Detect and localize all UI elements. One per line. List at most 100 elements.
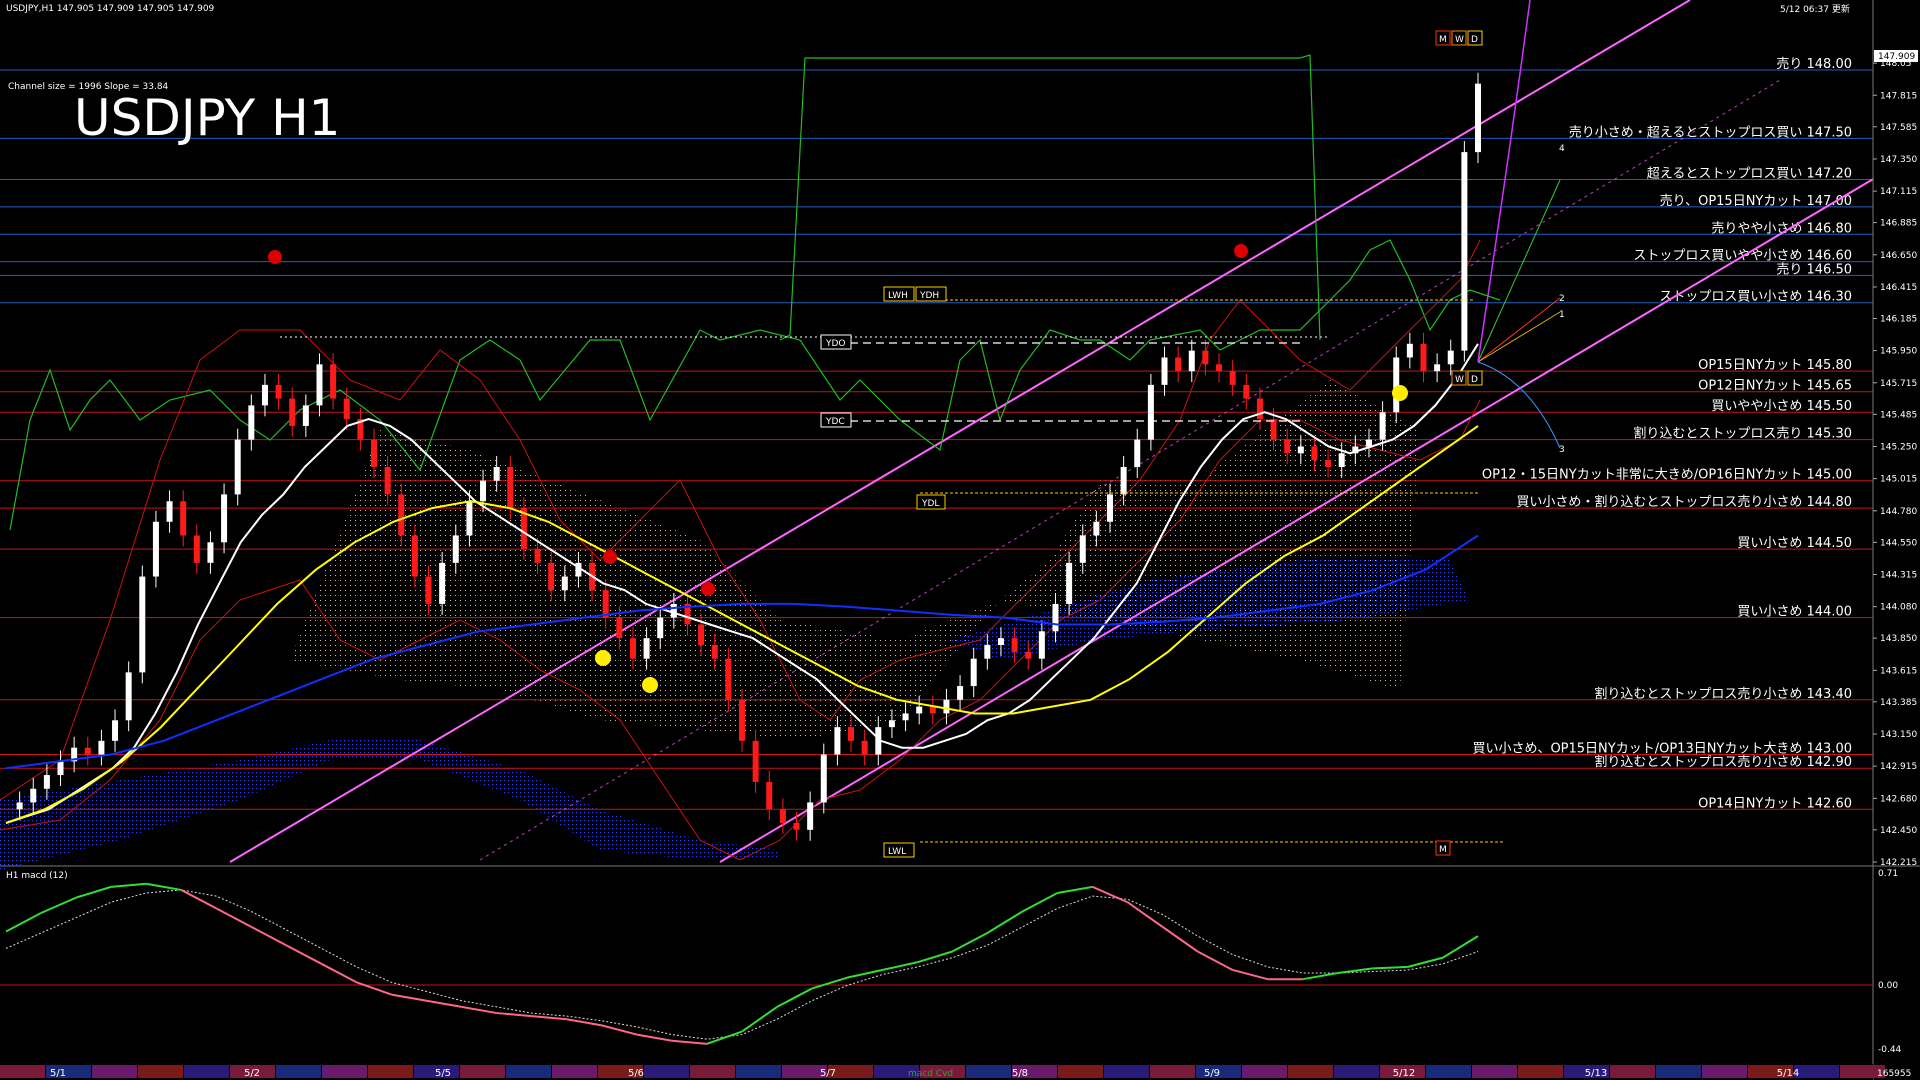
candle-body — [371, 439, 377, 468]
price-tick-label: 147.815 — [1880, 91, 1917, 101]
candle-body — [1297, 446, 1304, 454]
level-label: 買いやや小さめ 145.50 — [1711, 399, 1852, 414]
candle-body — [1434, 364, 1441, 372]
price-tick-label: 147.350 — [1880, 155, 1917, 165]
svg-text:147.909: 147.909 — [1878, 52, 1915, 62]
fan-label-1: 1 — [1559, 310, 1565, 320]
candle-body — [261, 384, 268, 406]
candle-body — [398, 494, 405, 536]
date-bar-segment — [92, 1065, 137, 1078]
candle-body — [1066, 562, 1073, 604]
candle-body — [957, 686, 964, 700]
date-tick-label: 5/12 — [1393, 1068, 1415, 1079]
level-label: OP14日NYカット 142.60 — [1698, 796, 1852, 811]
marker-mwd-top: M W D — [1435, 30, 1483, 46]
price-tick-label: 144.080 — [1880, 603, 1917, 613]
candle-body — [234, 439, 241, 495]
candle-body — [698, 624, 705, 645]
candle-body — [1107, 494, 1113, 522]
date-bar-segment — [1794, 1065, 1839, 1078]
level-label: 割り込むとストップロス売り 145.30 — [1633, 426, 1852, 442]
svg-text:LWH: LWH — [888, 291, 908, 301]
price-tick-label: 145.950 — [1880, 347, 1917, 357]
price-tick-label: 142.450 — [1880, 826, 1917, 836]
candle-body — [602, 590, 609, 618]
candle-body — [1161, 357, 1168, 385]
date-tick-label: 5/14 — [1777, 1068, 1799, 1079]
candle-body — [1134, 439, 1141, 468]
candle-body — [779, 809, 786, 823]
candle-body — [1229, 371, 1236, 385]
date-bar-segment — [276, 1065, 321, 1078]
fan-label-3: 3 — [1559, 445, 1565, 455]
candle-body — [1038, 631, 1045, 659]
candle-body — [657, 617, 664, 639]
header-timestamp: 5/12 06:37 更新 — [1780, 3, 1850, 15]
price-tick-label: 143.150 — [1880, 730, 1917, 740]
date-tick-label: 5/7 — [820, 1068, 836, 1079]
candle-body — [411, 535, 418, 577]
date-bar-segment — [0, 1065, 45, 1078]
svg-text:M: M — [1439, 845, 1447, 855]
date-bar-segment — [460, 1065, 505, 1078]
date-bar-segment — [138, 1065, 183, 1078]
level-label: ストップロス買い小さめ 146.30 — [1659, 290, 1852, 305]
candle-body — [302, 405, 309, 426]
candle-body — [1325, 460, 1332, 468]
candle-body — [1011, 638, 1018, 652]
svg-text:YDL: YDL — [921, 499, 939, 509]
level-label: 売り、OP15日NYカット 147.00 — [1660, 193, 1852, 209]
candle-body — [1311, 446, 1318, 461]
candle-body — [1025, 651, 1032, 659]
candle-body — [439, 562, 446, 604]
marker-m-bottom: M — [1435, 840, 1451, 856]
date-tick-label: 5/5 — [435, 1068, 451, 1079]
level-label: 売り 146.50 — [1776, 261, 1852, 277]
date-bar-segment — [966, 1065, 1011, 1078]
candle-body — [193, 535, 200, 563]
price-tick-label: 143.850 — [1880, 634, 1917, 644]
chart-background — [0, 0, 1920, 1080]
marker-ydl: YDL — [916, 494, 946, 510]
marker-ydo: YDO — [820, 334, 852, 350]
candle-body — [629, 638, 636, 659]
date-bar-segment — [1702, 1065, 1747, 1078]
date-bar-segment — [1104, 1065, 1149, 1078]
candle-body — [384, 467, 391, 495]
svg-text:W: W — [1455, 375, 1464, 385]
svg-text:D: D — [1471, 35, 1478, 45]
date-tick-label: 5/6 — [628, 1068, 644, 1079]
candle-body — [1202, 350, 1209, 365]
date-bar-segment — [1472, 1065, 1517, 1078]
candle-body — [1420, 343, 1427, 372]
fan-label-4: 4 — [1559, 144, 1565, 154]
candle-body — [493, 467, 500, 481]
macd-tick-zero: 0.00 — [1878, 981, 1898, 991]
candle-body — [180, 501, 187, 536]
candle-body — [1406, 343, 1413, 358]
candle-body — [248, 405, 255, 440]
level-label: OP12・15日NYカット非常に大きめ/OP16日NYカット 145.00 — [1482, 468, 1852, 483]
level-label: 割り込むとストップロス売り小さめ 142.90 — [1594, 754, 1852, 770]
date-bar-segment — [322, 1065, 367, 1078]
candle-body — [316, 364, 323, 406]
level-label: 買い小さめ 144.50 — [1737, 536, 1852, 551]
candle-body — [1052, 603, 1059, 632]
fan-label-2: 2 — [1559, 294, 1565, 304]
price-tick-label: 146.650 — [1880, 251, 1917, 261]
candle-body — [466, 501, 473, 536]
level-label: 割り込むとストップロス売り小さめ 143.40 — [1594, 686, 1852, 702]
level-label: 売り 148.00 — [1776, 56, 1852, 72]
current-price-tag: 147.909 — [1874, 50, 1918, 62]
candle-body — [929, 706, 936, 714]
price-tick-label: 144.780 — [1880, 507, 1917, 517]
svg-text:YDO: YDO — [825, 339, 846, 349]
candle-body — [807, 802, 814, 830]
candle-body — [984, 644, 991, 659]
date-bar-segment — [1058, 1065, 1103, 1078]
date-bar-segment — [184, 1065, 229, 1078]
marker-ydh: YDH — [915, 286, 947, 302]
svg-text:M: M — [1439, 35, 1447, 45]
candle-body — [221, 494, 228, 543]
price-tick-label: 145.715 — [1880, 379, 1917, 389]
